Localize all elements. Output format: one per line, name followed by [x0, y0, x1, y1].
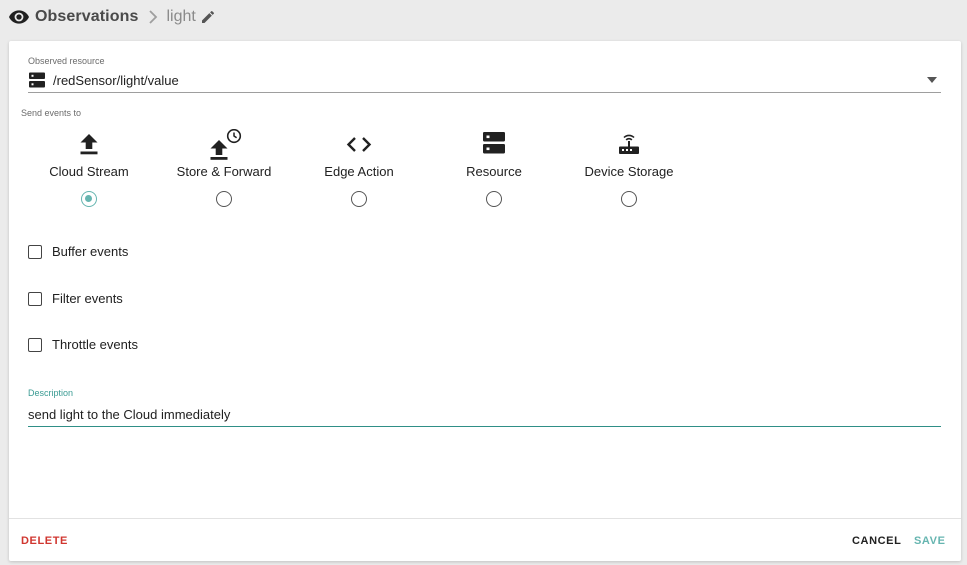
radio-store-forward[interactable]	[216, 191, 232, 207]
chevron-right-icon	[149, 10, 158, 24]
server-icon	[29, 72, 45, 88]
breadcrumb-current: light	[166, 8, 196, 25]
radio-edge-action[interactable]	[351, 191, 367, 207]
delete-button[interactable]: DELETE	[21, 535, 68, 547]
destination-label: Resource	[466, 164, 522, 179]
destination-label: Edge Action	[324, 164, 394, 179]
destination-label: Store & Forward	[176, 164, 272, 179]
filter-events-checkbox-row[interactable]: Filter events	[28, 291, 123, 306]
radio-device-storage[interactable]	[621, 191, 637, 207]
filter-events-checkbox[interactable]	[28, 291, 42, 306]
save-button[interactable]: SAVE	[914, 535, 946, 547]
edit-pencil-icon[interactable]	[200, 9, 216, 25]
buffer-events-checkbox[interactable]	[28, 244, 42, 259]
cancel-button[interactable]: CANCEL	[852, 535, 901, 547]
destination-store-forward[interactable]: Store & Forward	[164, 128, 284, 213]
description-label: Description	[28, 388, 74, 398]
observed-resource-select[interactable]: /redSensor/light/value	[28, 68, 941, 93]
observation-form-card: Observed resource /redSensor/light/value…	[9, 41, 961, 561]
code-icon	[346, 137, 372, 152]
radio-cloud-stream[interactable]	[81, 191, 97, 207]
description-input[interactable]	[28, 403, 941, 427]
upload-clock-icon	[210, 128, 242, 160]
eye-icon	[9, 10, 29, 24]
destination-label: Cloud Stream	[49, 164, 129, 179]
destination-resource[interactable]: Resource	[434, 129, 554, 213]
breadcrumb-observations-link[interactable]: Observations	[35, 8, 138, 26]
throttle-events-checkbox-row[interactable]: Throttle events	[28, 337, 138, 352]
throttle-events-checkbox[interactable]	[28, 337, 42, 352]
form-footer: DELETE CANCEL SAVE	[9, 518, 961, 561]
router-icon	[619, 134, 639, 154]
observed-resource-label: Observed resource	[28, 56, 105, 66]
destination-label: Device Storage	[584, 164, 674, 179]
breadcrumb: Observations light	[0, 0, 967, 34]
destination-cloud-stream[interactable]: Cloud Stream	[29, 129, 149, 213]
throttle-events-label: Throttle events	[52, 337, 138, 352]
dropdown-caret-icon[interactable]	[927, 77, 937, 83]
send-events-label: Send events to	[21, 108, 82, 118]
destination-device-storage[interactable]: Device Storage	[569, 129, 689, 213]
radio-resource[interactable]	[486, 191, 502, 207]
filter-events-label: Filter events	[52, 291, 123, 306]
upload-icon	[80, 134, 98, 155]
destination-edge-action[interactable]: Edge Action	[299, 129, 419, 213]
server-icon	[483, 132, 505, 154]
buffer-events-label: Buffer events	[52, 244, 129, 259]
buffer-events-checkbox-row[interactable]: Buffer events	[28, 244, 128, 259]
observed-resource-value: /redSensor/light/value	[53, 72, 179, 88]
